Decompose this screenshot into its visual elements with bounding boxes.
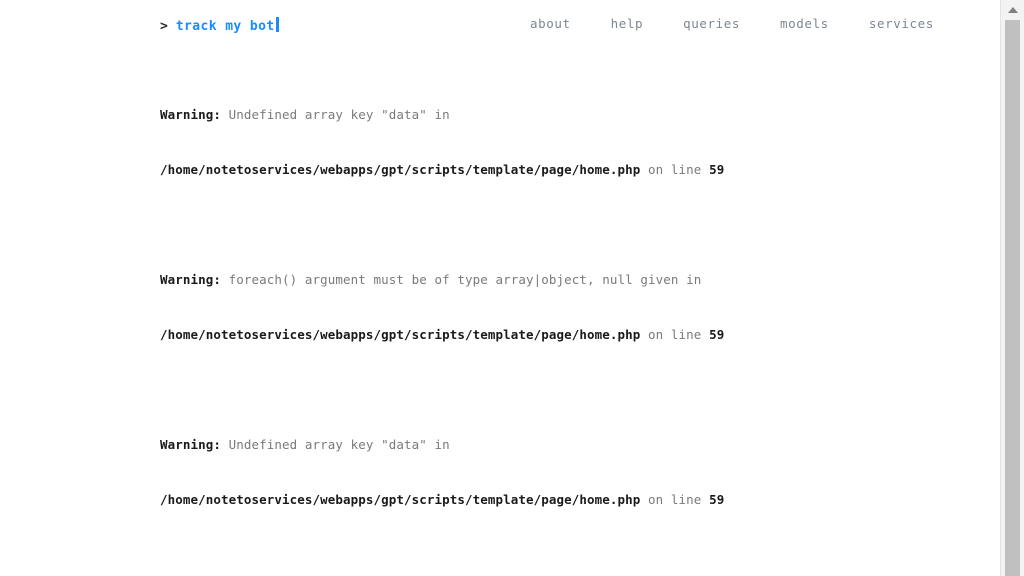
php-warning-list: Warning: Undefined array key "data" in /… [160,68,980,576]
warning-message-line: Warning: foreach() argument must be of t… [160,271,980,288]
warning-location-line: /home/notetoservices/webapps/gpt/scripts… [160,326,980,343]
warning-block: Warning: foreach() argument must be of t… [160,563,980,576]
warning-online-label: on line [640,327,710,342]
nav-item-services[interactable]: services [869,16,934,31]
vertical-scrollbar[interactable] [1000,0,1024,576]
warning-online-label: on line [640,492,710,507]
warning-block: Warning: Undefined array key "data" in /… [160,68,980,216]
warning-label: Warning: [160,272,222,287]
warning-online-label: on line [640,162,710,177]
warning-line-number: 59 [709,492,725,507]
warning-label: Warning: [160,437,222,452]
nav-item-about[interactable]: about [530,16,571,31]
main-navigation: about help queries models services [530,16,934,31]
warning-block: Warning: Undefined array key "data" in /… [160,398,980,546]
prompt-input-text[interactable]: track my bot [176,19,275,35]
top-bar: > track my bot about help queries models… [0,0,1000,46]
warning-location-line: /home/notetoservices/webapps/gpt/scripts… [160,491,980,508]
warning-file-path: /home/notetoservices/webapps/gpt/scripts… [160,327,641,342]
nav-item-queries[interactable]: queries [683,16,740,31]
warning-message: Undefined array key "data" in [221,437,450,452]
triangle-up-icon [1007,6,1018,13]
warning-message-line: Warning: Undefined array key "data" in [160,106,980,123]
warning-file-path: /home/notetoservices/webapps/gpt/scripts… [160,492,641,507]
command-prompt-line[interactable]: > track my bot [160,15,279,35]
warning-line-number: 59 [709,327,725,342]
warning-message: foreach() argument must be of type array… [221,272,702,287]
prompt-caret-icon: > [160,19,168,34]
warning-line-number: 59 [709,162,725,177]
scrollbar-thumb[interactable] [1005,20,1020,576]
scroll-up-button[interactable] [1001,0,1024,19]
warning-message-line: Warning: Undefined array key "data" in [160,436,980,453]
warning-file-path: /home/notetoservices/webapps/gpt/scripts… [160,162,641,177]
nav-item-help[interactable]: help [611,16,644,31]
page-root: > track my bot about help queries models… [0,0,1024,576]
page-viewport: > track my bot about help queries models… [0,0,1000,576]
warning-label: Warning: [160,107,222,122]
warning-message: Undefined array key "data" in [221,107,450,122]
warning-block: Warning: foreach() argument must be of t… [160,233,980,381]
nav-item-models[interactable]: models [780,16,829,31]
warning-location-line: /home/notetoservices/webapps/gpt/scripts… [160,161,980,178]
text-cursor [275,17,279,32]
